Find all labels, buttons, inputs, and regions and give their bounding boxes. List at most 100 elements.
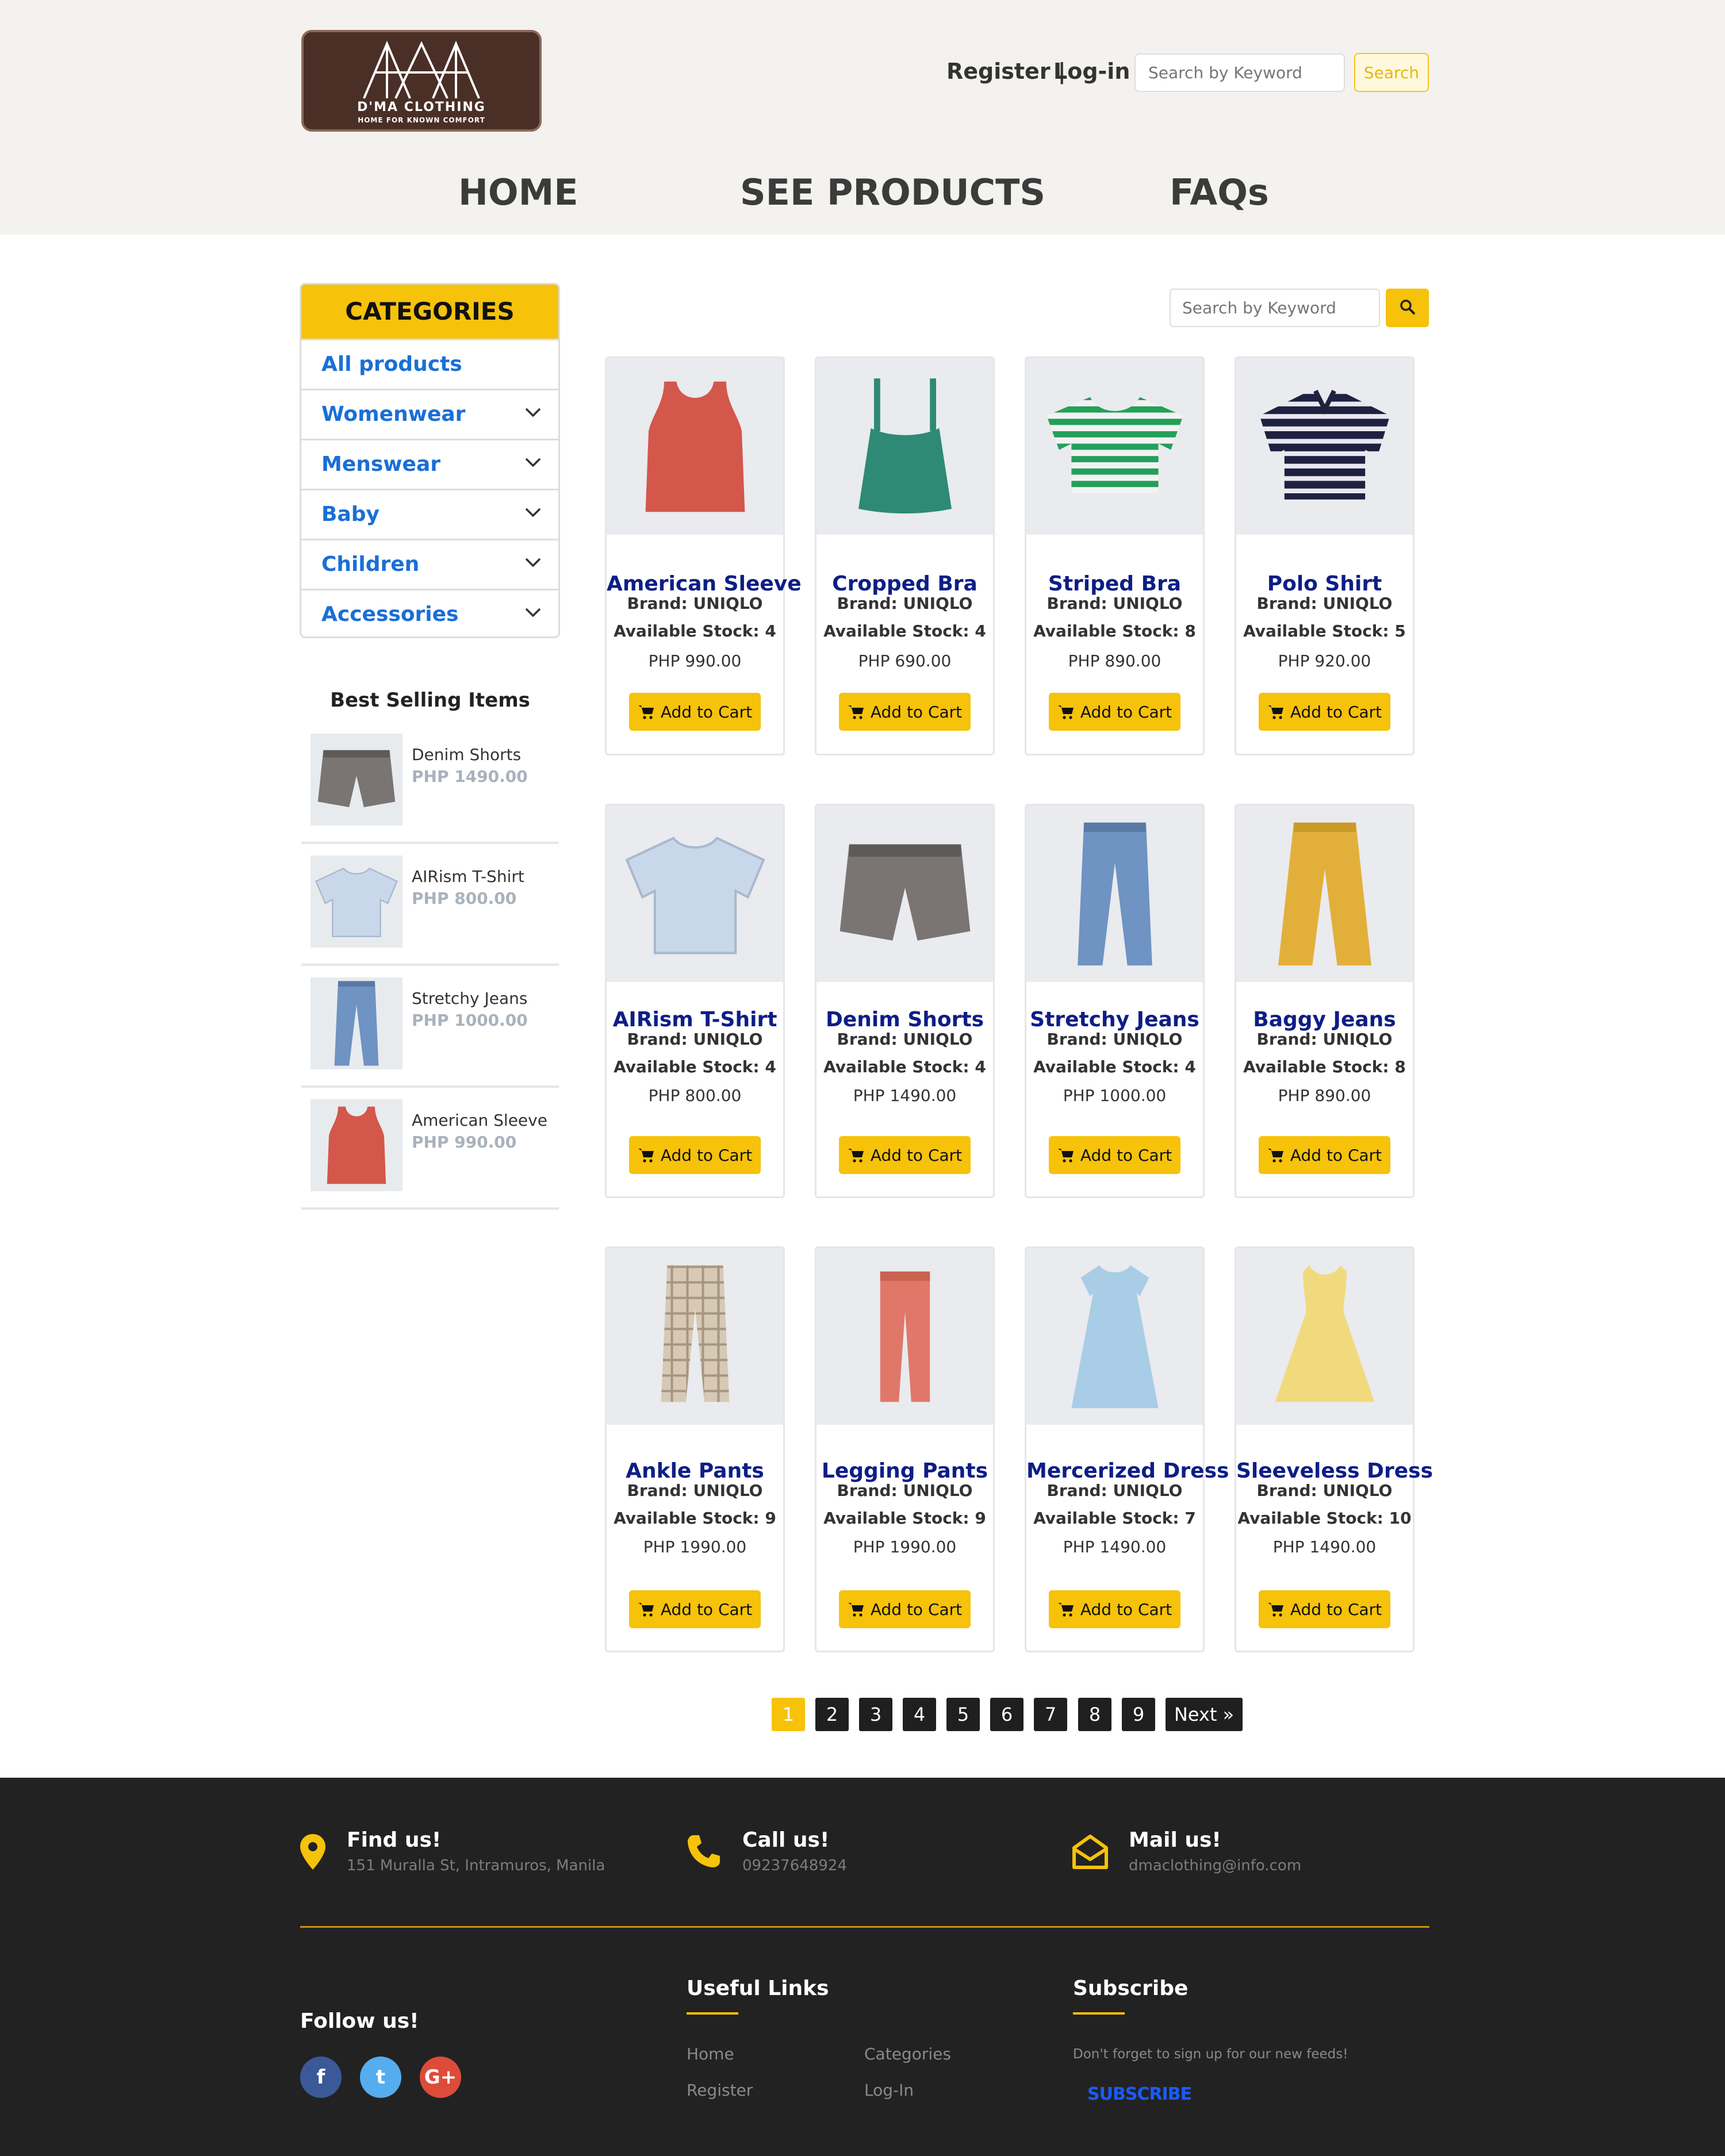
product-brand: Brand: UNIQLO bbox=[627, 1030, 763, 1049]
page-button-9[interactable]: 9 bbox=[1122, 1698, 1155, 1731]
product-name[interactable]: Sleeveless Dress bbox=[1236, 1459, 1433, 1483]
product-card[interactable]: Mercerized Dress Brand: UNIQLO Available S… bbox=[1025, 1246, 1229, 1652]
product-image[interactable] bbox=[1236, 358, 1413, 535]
product-card[interactable]: Cropped Bra Brand: UNIQLO Available Stock:… bbox=[815, 356, 995, 755]
category-item-children[interactable]: Children bbox=[301, 539, 558, 589]
nav-see-products[interactable]: SEE PRODUCTS bbox=[740, 171, 1045, 213]
category-item-menswear[interactable]: Menswear bbox=[301, 439, 558, 489]
best-selling-item[interactable]: Denim Shorts PHP 1490.00 bbox=[301, 722, 559, 844]
product-name[interactable]: Mercerized Dress bbox=[1026, 1459, 1229, 1483]
add-to-cart-button[interactable]: Add to Cart bbox=[1259, 1590, 1390, 1628]
product-name[interactable]: Legging Pants bbox=[816, 1459, 993, 1483]
product-name[interactable]: American Sleeve bbox=[607, 572, 802, 596]
product-card[interactable]: Baggy Jeans Brand: UNIQLO Available Stock:… bbox=[1235, 804, 1414, 1198]
product-card[interactable]: Legging Pants Brand: UNIQLO Available Stoc… bbox=[815, 1246, 995, 1652]
next-page-button[interactable]: Next » bbox=[1166, 1698, 1243, 1731]
product-image[interactable] bbox=[1026, 1248, 1203, 1425]
add-to-cart-button[interactable]: Add to Cart bbox=[1259, 1136, 1390, 1174]
product-stock: Available Stock: 9 bbox=[614, 1509, 776, 1528]
google-plus-glyph: G+ bbox=[424, 2066, 457, 2089]
product-stock: Available Stock: 4 bbox=[1033, 1057, 1196, 1076]
product-card[interactable]: Denim Shorts Brand: UNIQLO Available Stock… bbox=[815, 804, 995, 1198]
add-to-cart-button[interactable]: Add to Cart bbox=[839, 693, 971, 731]
footer-link-categories[interactable]: Categories bbox=[864, 2044, 951, 2063]
product-search-button[interactable] bbox=[1386, 289, 1429, 327]
footer-divider bbox=[300, 1926, 1429, 1928]
nav-faqs[interactable]: FAQs bbox=[1170, 171, 1269, 213]
product-card[interactable]: American Sleeve Brand: UNIQLO Available St… bbox=[605, 356, 802, 755]
login-link[interactable]: Log-in | bbox=[1053, 59, 1145, 84]
cart-icon bbox=[638, 705, 654, 719]
product-image[interactable] bbox=[607, 358, 783, 535]
facebook-icon[interactable]: f bbox=[300, 2057, 342, 2098]
add-to-cart-button[interactable]: Add to Cart bbox=[1049, 1590, 1180, 1628]
product-name[interactable]: Stretchy Jeans bbox=[1026, 1008, 1203, 1031]
page-button-6[interactable]: 6 bbox=[990, 1698, 1023, 1731]
product-card[interactable]: AIRism T-Shirt Brand: UNIQLO Available Sto… bbox=[605, 804, 785, 1198]
category-item-womenwear[interactable]: Womenwear bbox=[301, 389, 558, 439]
add-to-cart-button[interactable]: Add to Cart bbox=[1049, 693, 1180, 731]
best-selling-item[interactable]: AIRism T-Shirt PHP 800.00 bbox=[301, 844, 559, 966]
product-image[interactable] bbox=[1236, 805, 1413, 982]
product-image[interactable] bbox=[816, 1248, 993, 1425]
footer-link-home[interactable]: Home bbox=[687, 2044, 734, 2063]
product-card[interactable]: Ankle Pants Brand: UNIQLO Available Stock:… bbox=[605, 1246, 785, 1652]
product-image[interactable] bbox=[1026, 358, 1203, 535]
category-item-baby[interactable]: Baby bbox=[301, 489, 558, 539]
add-to-cart-button[interactable]: Add to Cart bbox=[1259, 693, 1390, 731]
category-item-all-products[interactable]: All products bbox=[301, 339, 558, 389]
product-card[interactable]: Stretchy Jeans Brand: UNIQLO Available Sto… bbox=[1025, 804, 1205, 1198]
header-search-input[interactable] bbox=[1134, 53, 1345, 92]
page-button-3[interactable]: 3 bbox=[859, 1698, 892, 1731]
product-name[interactable]: Striped Bra bbox=[1026, 572, 1203, 596]
category-item-accessories[interactable]: Accessories bbox=[301, 589, 558, 636]
add-to-cart-button[interactable]: Add to Cart bbox=[1049, 1136, 1180, 1174]
add-to-cart-button[interactable]: Add to Cart bbox=[839, 1136, 971, 1174]
add-to-cart-button[interactable]: Add to Cart bbox=[629, 1136, 761, 1174]
page-button-5[interactable]: 5 bbox=[946, 1698, 980, 1731]
product-image[interactable] bbox=[816, 358, 993, 535]
footer-link-login[interactable]: Log-In bbox=[864, 2081, 914, 2100]
add-to-cart-button[interactable]: Add to Cart bbox=[629, 1590, 761, 1628]
product-name[interactable]: Baggy Jeans bbox=[1236, 1008, 1413, 1031]
product-image[interactable] bbox=[1026, 805, 1203, 982]
product-name[interactable]: Denim Shorts bbox=[816, 1008, 993, 1031]
product-card[interactable]: Polo Shirt Brand: UNIQLO Available Stock: … bbox=[1235, 356, 1414, 755]
product-search-input[interactable] bbox=[1170, 289, 1380, 327]
category-label: Children bbox=[321, 553, 420, 576]
brand-logo[interactable]: D'MA CLOTHING HOME FOR KNOWN COMFORT bbox=[301, 30, 542, 132]
best-selling-item[interactable]: Stretchy Jeans PHP 1000.00 bbox=[301, 966, 559, 1088]
product-name[interactable]: Cropped Bra bbox=[816, 572, 993, 596]
page-button-2[interactable]: 2 bbox=[815, 1698, 849, 1731]
google-plus-icon[interactable]: G+ bbox=[420, 2057, 461, 2098]
mail-us-email[interactable]: dmaclothing@info.com bbox=[1129, 1857, 1301, 1874]
footer-link-register[interactable]: Register bbox=[687, 2081, 753, 2100]
product-price: PHP 1490.00 bbox=[853, 1086, 957, 1105]
best-selling-item[interactable]: American Sleeve PHP 990.00 bbox=[301, 1088, 559, 1210]
page-button-1[interactable]: 1 bbox=[772, 1698, 805, 1731]
call-us-number[interactable]: 09237648924 bbox=[742, 1857, 847, 1874]
add-to-cart-button[interactable]: Add to Cart bbox=[839, 1590, 971, 1628]
page-button-7[interactable]: 7 bbox=[1034, 1698, 1067, 1731]
best-selling-thumbnail bbox=[310, 856, 402, 947]
header-search-button[interactable]: Search bbox=[1354, 53, 1429, 92]
add-to-cart-button[interactable]: Add to Cart bbox=[629, 693, 761, 731]
page-button-8[interactable]: 8 bbox=[1078, 1698, 1111, 1731]
product-name[interactable]: AIRism T-Shirt bbox=[607, 1008, 783, 1031]
product-card[interactable]: Sleeveless Dress Brand: UNIQLO Available S… bbox=[1235, 1246, 1433, 1652]
twitter-icon[interactable]: t bbox=[360, 2057, 401, 2098]
add-to-cart-label: Add to Cart bbox=[660, 1145, 753, 1165]
product-image[interactable] bbox=[816, 805, 993, 982]
product-name[interactable]: Ankle Pants bbox=[607, 1459, 783, 1483]
product-image[interactable] bbox=[607, 805, 783, 982]
product-image[interactable] bbox=[1236, 1248, 1413, 1425]
page-button-4[interactable]: 4 bbox=[903, 1698, 936, 1731]
product-image[interactable] bbox=[607, 1248, 783, 1425]
subscribe-link[interactable]: SUBSCRIBE bbox=[1087, 2084, 1192, 2104]
product-card[interactable]: Striped Bra Brand: UNIQLO Available Stock:… bbox=[1025, 356, 1205, 755]
product-name[interactable]: Polo Shirt bbox=[1236, 572, 1413, 596]
subscribe-title: Subscribe bbox=[1073, 1977, 1189, 2000]
nav-home[interactable]: HOME bbox=[458, 171, 578, 213]
add-to-cart-label: Add to Cart bbox=[870, 1599, 963, 1619]
register-link[interactable]: Register | bbox=[946, 59, 1066, 84]
